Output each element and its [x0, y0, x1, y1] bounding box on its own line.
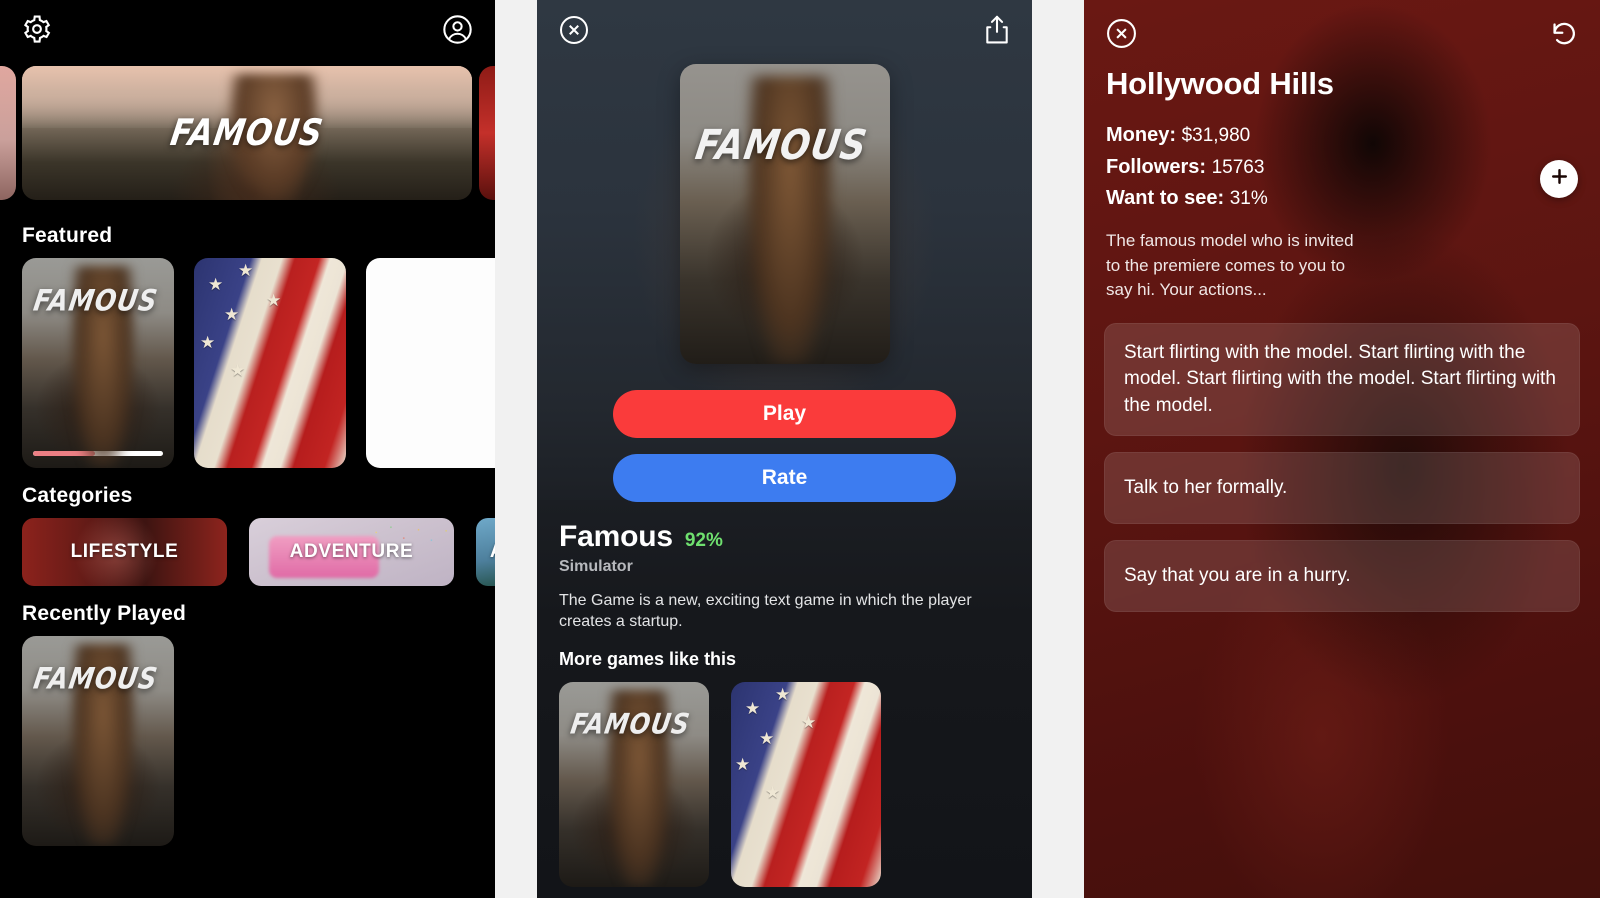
more-games-row[interactable]: FAMOUS ★ ★ ★ ★ ★ ★	[559, 682, 1010, 888]
more-game-card-famous[interactable]: FAMOUS	[559, 682, 709, 888]
category-label: ADVENTURE	[289, 541, 414, 562]
screenshot-stage: FAMOUS Featured FAMOUS ★ ★ ★ ★ ★ ★ Categ…	[0, 0, 1600, 898]
game-title: Famous	[559, 520, 673, 553]
hero-carousel[interactable]: FAMOUS	[0, 58, 495, 208]
featured-card-famous[interactable]: FAMOUS	[22, 258, 174, 468]
story-topbar	[1084, 0, 1600, 66]
hero-wordmark: FAMOUS	[167, 111, 327, 155]
stat-label: Followers:	[1106, 155, 1207, 178]
story-panel: Hollywood Hills Money: $31,980 Followers…	[1084, 0, 1600, 898]
stat-followers: Followers: 15763	[1106, 152, 1578, 184]
stat-money: Money: $31,980	[1106, 120, 1578, 152]
story-title: Hollywood Hills	[1106, 66, 1334, 101]
stat-value: $31,980	[1181, 125, 1251, 146]
flag-stars-decoration: ★ ★ ★ ★ ★ ★	[200, 261, 282, 380]
hero-peek-next[interactable]	[479, 66, 495, 200]
more-game-card-flag[interactable]: ★ ★ ★ ★ ★ ★	[731, 682, 881, 888]
featured-card-progress	[33, 451, 163, 456]
recent-card-wordmark: FAMOUS	[31, 661, 161, 696]
category-label: A	[490, 541, 495, 563]
game-description: The Game is a new, exciting text game in…	[559, 592, 972, 631]
story-header: Hollywood Hills Money: $31,980 Followers…	[1084, 66, 1600, 303]
stat-label: Want to see:	[1106, 187, 1225, 210]
game-score-badge: 92%	[684, 530, 723, 551]
panel-gap-2	[1032, 0, 1084, 898]
featured-card-progress-fill	[33, 451, 96, 456]
play-button[interactable]: Play	[613, 390, 956, 438]
choice-option-2[interactable]: Talk to her formally.	[1104, 451, 1580, 525]
section-title-featured: Featured	[22, 224, 113, 247]
add-button[interactable]	[1540, 160, 1578, 198]
choice-option-3[interactable]: Say that you are in a hurry.	[1104, 540, 1580, 613]
more-card-wordmark: FAMOUS	[568, 707, 693, 741]
section-title-categories: Categories	[22, 484, 133, 507]
stat-value: 15763	[1211, 156, 1265, 178]
home-topbar	[0, 0, 495, 58]
category-card-third[interactable]: A	[476, 518, 495, 586]
gear-icon[interactable]	[22, 14, 52, 44]
stat-want-to-see: Want to see: 31%	[1106, 183, 1578, 215]
stat-value: 31%	[1229, 188, 1268, 210]
categories-row[interactable]: LIFESTYLE ADVENTURE A	[0, 518, 495, 586]
game-genre: Simulator	[559, 558, 633, 575]
share-icon[interactable]	[984, 15, 1010, 45]
featured-card-blank[interactable]	[366, 258, 495, 468]
story-narrative: The famous model who is invited to the p…	[1106, 230, 1354, 300]
game-detail-panel: FAMOUS Play Rate Famous 92% Simulator Th…	[537, 0, 1032, 898]
story-choice-list: Start flirting with the model. Start fli…	[1084, 303, 1600, 613]
hero-card-famous[interactable]: FAMOUS	[22, 66, 472, 200]
detail-topbar	[537, 0, 1032, 60]
story-stats: Money: $31,980 Followers: 15763 Want to …	[1106, 120, 1578, 215]
game-cover-art[interactable]: FAMOUS	[679, 64, 890, 364]
detail-title-row: Famous 92%	[559, 520, 1010, 554]
choice-option-1[interactable]: Start flirting with the model. Start fli…	[1104, 323, 1580, 436]
more-games-heading: More games like this	[559, 649, 737, 670]
hero-peek-previous[interactable]	[0, 66, 16, 200]
category-label: LIFESTYLE	[70, 541, 179, 562]
recently-played-row[interactable]: FAMOUS	[0, 636, 495, 846]
stat-label: Money:	[1106, 124, 1176, 146]
section-title-recently-played: Recently Played	[22, 602, 187, 625]
detail-info-block: Famous 92% Simulator The Game is a new, …	[537, 502, 1032, 888]
rate-button[interactable]: Rate	[613, 454, 956, 502]
recent-card-famous[interactable]: FAMOUS	[22, 636, 174, 846]
featured-card-flag[interactable]: ★ ★ ★ ★ ★ ★	[194, 258, 346, 468]
featured-card-wordmark: FAMOUS	[31, 283, 161, 318]
undo-icon[interactable]	[1549, 19, 1578, 48]
category-card-lifestyle[interactable]: LIFESTYLE	[22, 518, 227, 586]
close-icon[interactable]	[1106, 18, 1137, 49]
plus-icon	[1550, 167, 1569, 191]
detail-action-buttons: Play Rate	[537, 364, 1032, 502]
avatar-icon[interactable]	[442, 14, 473, 45]
featured-row[interactable]: FAMOUS ★ ★ ★ ★ ★ ★	[0, 258, 495, 468]
close-icon[interactable]	[559, 15, 589, 45]
cover-wordmark: FAMOUS	[691, 122, 870, 170]
category-card-adventure[interactable]: ADVENTURE	[249, 518, 454, 586]
store-home-panel: FAMOUS Featured FAMOUS ★ ★ ★ ★ ★ ★ Categ…	[0, 0, 495, 898]
flag-stars-decoration: ★ ★ ★ ★ ★ ★	[735, 685, 817, 803]
panel-gap-1	[495, 0, 537, 898]
